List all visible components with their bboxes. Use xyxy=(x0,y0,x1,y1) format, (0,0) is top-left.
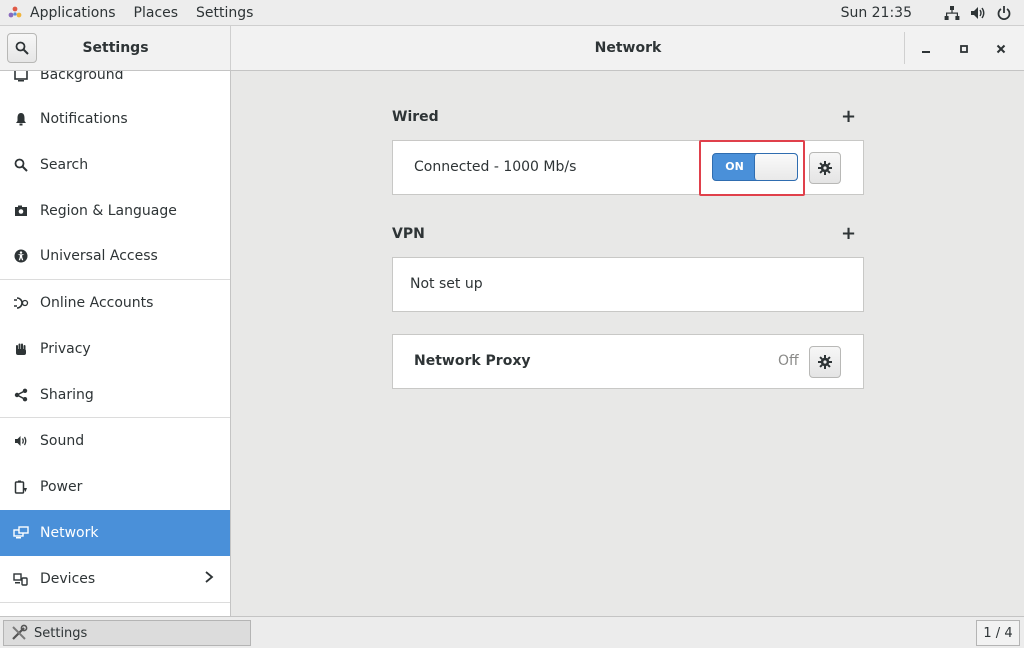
sidebar-item-sound[interactable]: Sound xyxy=(0,418,230,464)
gear-icon xyxy=(818,161,832,175)
sidebar-item-universal-access[interactable]: Universal Access xyxy=(0,233,230,279)
sidebar-item-network[interactable]: Network xyxy=(0,510,230,556)
wired-settings-button[interactable] xyxy=(809,152,841,184)
add-vpn-button[interactable]: + xyxy=(841,223,856,244)
sidebar-item-sharing[interactable]: Sharing xyxy=(0,372,230,418)
search-icon xyxy=(15,41,29,55)
sidebar-item-label: Search xyxy=(40,157,89,173)
vpn-section-title: VPN xyxy=(392,226,425,242)
settings-menu[interactable]: Settings xyxy=(187,0,262,25)
sidebar-item-label: Region & Language xyxy=(40,203,177,219)
minimize-button[interactable] xyxy=(915,38,937,60)
settings-tools-icon xyxy=(10,624,28,642)
sidebar-item-label: Devices xyxy=(40,571,96,587)
add-wired-button[interactable]: + xyxy=(841,106,856,127)
sidebar-item-label: Power xyxy=(40,479,83,495)
applications-icon xyxy=(8,6,22,20)
header-left: Settings xyxy=(0,26,231,70)
online-accounts-icon xyxy=(13,295,29,311)
sidebar-item-label: Network xyxy=(40,525,99,541)
volume-icon[interactable] xyxy=(970,5,986,21)
sidebar-item-online-accounts[interactable]: Online Accounts xyxy=(0,280,230,326)
sidebar-item-devices[interactable]: Devices xyxy=(0,556,230,602)
maximize-button[interactable] xyxy=(953,38,975,60)
sidebar-item-label: Online Accounts xyxy=(40,295,154,311)
network-proxy-label: Network Proxy xyxy=(414,353,531,369)
sidebar-item-label: Sharing xyxy=(40,387,94,403)
sidebar-item-label: Background xyxy=(40,71,124,83)
sidebar-item-power[interactable]: Power xyxy=(0,464,230,510)
gear-icon xyxy=(818,355,832,369)
search-icon xyxy=(13,157,29,173)
hand-icon xyxy=(13,341,29,357)
sidebar-item-search[interactable]: Search xyxy=(0,142,230,188)
sidebar-item-privacy[interactable]: Privacy xyxy=(0,326,230,372)
top-menu: Applications Places Settings xyxy=(0,0,262,25)
page-title: Network xyxy=(594,40,662,56)
vpn-row: Not set up xyxy=(392,257,864,312)
network-icon xyxy=(13,525,29,541)
background-icon xyxy=(13,71,29,83)
share-icon xyxy=(13,387,29,403)
sidebar-item-notifications[interactable]: Notifications xyxy=(0,96,230,142)
header-bar: Settings Network xyxy=(0,26,1024,71)
taskbar: Settings 1 / 4 xyxy=(0,616,1024,648)
battery-plug-icon xyxy=(13,479,29,495)
search-button[interactable] xyxy=(7,33,37,63)
wired-status: Connected - 1000 Mb/s xyxy=(414,159,577,175)
close-icon xyxy=(996,44,1006,54)
places-menu[interactable]: Places xyxy=(125,0,188,25)
taskbar-item-settings[interactable]: Settings xyxy=(3,620,251,646)
chevron-right-icon xyxy=(204,570,214,588)
network-proxy-row[interactable]: Network Proxy Off xyxy=(392,334,864,389)
taskbar-item-label: Settings xyxy=(34,625,88,641)
camera-flag-icon xyxy=(13,203,29,219)
sidebar-separator xyxy=(0,602,230,603)
header-separator xyxy=(904,32,905,64)
sidebar-item-label: Universal Access xyxy=(40,248,158,264)
applications-menu[interactable]: Applications xyxy=(24,0,125,25)
workspace-pager[interactable]: 1 / 4 xyxy=(976,620,1020,646)
vpn-status: Not set up xyxy=(410,276,483,292)
sidebar-item-label: Privacy xyxy=(40,341,91,357)
proxy-settings-button[interactable] xyxy=(809,346,841,378)
sidebar-item-background[interactable]: Background xyxy=(0,71,230,98)
network-proxy-value: Off xyxy=(778,353,799,369)
accessibility-icon xyxy=(13,248,29,264)
sidebar: Background Notifications Search Region &… xyxy=(0,71,231,616)
sidebar-item-region-language[interactable]: Region & Language xyxy=(0,188,230,234)
power-icon[interactable] xyxy=(996,5,1012,21)
top-bar: Applications Places Settings Sun 21:35 xyxy=(0,0,1024,26)
sidebar-item-label: Sound xyxy=(40,433,85,449)
highlight-box xyxy=(699,140,805,196)
speaker-icon xyxy=(13,433,29,449)
clock[interactable]: Sun 21:35 xyxy=(841,5,912,21)
system-tray: Sun 21:35 xyxy=(841,0,1024,25)
maximize-icon xyxy=(960,45,968,53)
bell-icon xyxy=(13,111,29,127)
network-wired-icon[interactable] xyxy=(944,5,960,21)
close-button[interactable] xyxy=(990,38,1012,60)
minimize-icon xyxy=(922,51,930,53)
sidebar-item-label: Notifications xyxy=(40,111,128,127)
wired-section-title: Wired xyxy=(392,109,439,125)
devices-icon xyxy=(13,571,29,587)
